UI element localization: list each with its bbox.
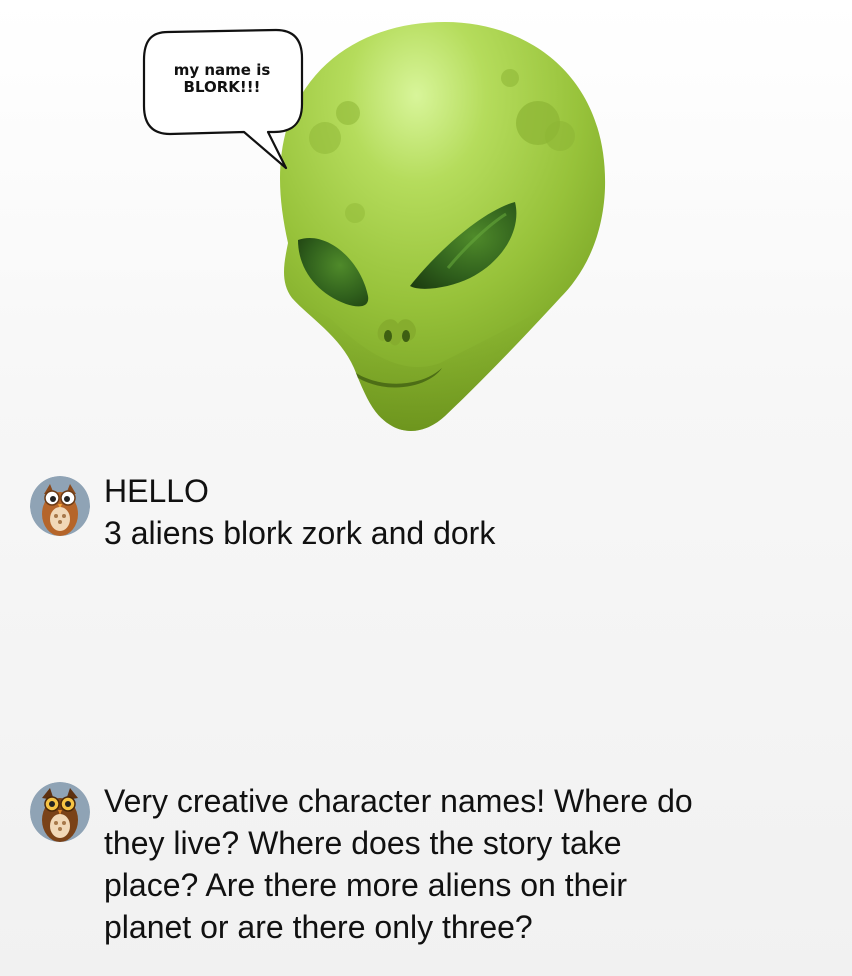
owl-avatar-icon [30,476,90,536]
owl-avatar-icon [30,782,90,842]
alien-image [270,18,615,450]
message-text: HELLO 3 aliens blork zork and dork [104,473,496,551]
chat-message: HELLO 3 aliens blork zork and dork [30,470,804,554]
alien-head-icon [280,22,606,431]
speech-bubble: my name is BLORK!!! [140,28,320,178]
chat-message: Very creative character names! Where do … [30,780,764,948]
speech-bubble-text: my name is BLORK!!! [173,61,271,96]
message-text: Very creative character names! Where do … [104,783,693,945]
chat-canvas: my name is BLORK!!! HELLO 3 aliens blork… [0,0,852,976]
